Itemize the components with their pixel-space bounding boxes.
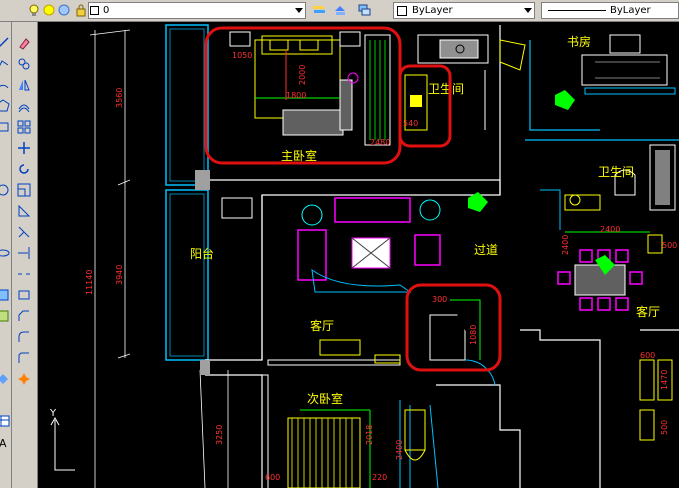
bathroom-1-fixtures (404, 34, 526, 131)
color-dropdown[interactable]: ByLayer (393, 2, 535, 19)
layer-states-icon[interactable] (357, 3, 371, 17)
dim-3940: 3940 (115, 265, 124, 285)
highlight-door-area (405, 283, 502, 372)
dim-1470: 1470 (660, 370, 669, 390)
circle-icon[interactable] (0, 183, 10, 197)
dim-2480: 2480 (370, 138, 390, 147)
dim-1800: 1800 (286, 91, 306, 100)
svg-text:A: A (0, 437, 7, 449)
linetype-dropdown[interactable]: ByLayer (541, 2, 679, 19)
erase-icon[interactable] (17, 36, 31, 50)
chevron-down-icon (295, 8, 303, 13)
offset-icon[interactable] (17, 99, 31, 113)
chamfer-icon[interactable] (17, 309, 31, 323)
dim-2400-bedroom: 2400 (395, 440, 404, 460)
extend-icon[interactable] (17, 246, 31, 260)
label-living-room-2: 客厅 (636, 304, 660, 319)
second-bedroom-furniture (287, 409, 426, 488)
freeze-icon[interactable] (57, 3, 71, 17)
stretch-icon[interactable] (17, 204, 31, 218)
scale-icon[interactable] (17, 183, 31, 197)
ellipse-icon[interactable] (0, 246, 10, 260)
table-icon[interactable] (0, 414, 10, 428)
move-icon[interactable] (17, 141, 31, 155)
label-living-room: 客厅 (310, 318, 334, 333)
dim-2000: 2000 (298, 65, 307, 85)
layer-value: 0 (103, 5, 110, 16)
break-icon[interactable] (17, 267, 31, 281)
modify-toolbar: A (0, 22, 38, 488)
arc-icon[interactable] (0, 78, 10, 92)
trim-icon[interactable] (17, 225, 31, 239)
chevron-down-icon (524, 8, 532, 13)
lock-icon[interactable] (74, 3, 88, 17)
polygon-icon[interactable] (0, 99, 10, 113)
layer-dropdown[interactable]: 0 (88, 2, 306, 19)
dim-2400: 2400 (600, 225, 620, 234)
dim-220: 220 (372, 473, 387, 482)
dim-600-bottom: 600 (265, 473, 280, 482)
dim-300: 300 (432, 295, 447, 304)
dim-540: 540 (403, 119, 418, 128)
lightbulb-icon[interactable] (27, 3, 41, 17)
dim-2018: 2018 (365, 425, 374, 445)
label-bathroom-1: 卫生间 (428, 82, 464, 96)
layer-manager-icon[interactable] (312, 3, 326, 17)
rectangle-icon[interactable] (0, 120, 10, 134)
drawing-canvas[interactable]: 3560 11140 3940 3250 1800 2000 2480 1050… (38, 22, 679, 488)
polyline-icon[interactable] (0, 57, 10, 71)
label-master-bedroom: 主卧室 (281, 148, 317, 163)
mirror-icon[interactable] (17, 78, 31, 92)
color-swatch-icon (397, 6, 407, 16)
copy-icon[interactable] (17, 57, 31, 71)
label-balcony: 阳台 (190, 246, 214, 261)
linetype-value: ByLayer (610, 5, 651, 16)
fillet-corner-icon[interactable] (17, 351, 31, 365)
ucs-axis-icon (50, 416, 75, 471)
label-bathroom-2: 卫生间 (598, 165, 634, 179)
dim-1080: 1080 (469, 325, 478, 345)
layer-previous-icon[interactable] (333, 3, 347, 17)
dim-2400-side: 2400 (561, 235, 570, 255)
dim-11140: 11140 (85, 270, 94, 295)
floor-plan-drawing: 3560 11140 3940 3250 1800 2000 2480 1050… (49, 24, 679, 488)
line-icon[interactable] (0, 36, 10, 50)
ucs-y-label: Y (49, 408, 57, 419)
hatch-icon[interactable] (0, 309, 10, 323)
label-study: 书房 (567, 34, 591, 49)
dining-area-furniture (557, 231, 663, 311)
highlight-annotations (204, 26, 502, 372)
linetype-sample (548, 10, 606, 11)
rotate-icon[interactable] (17, 162, 31, 176)
sun-icon[interactable] (42, 3, 56, 17)
dim-500-right: 500 (660, 420, 669, 435)
dim-3560: 3560 (115, 88, 124, 108)
explode-icon[interactable] (17, 372, 31, 386)
highlight-bathroom (398, 64, 452, 148)
join-icon[interactable] (17, 288, 31, 302)
master-bedroom-furniture (229, 31, 391, 146)
fillet-icon[interactable] (17, 330, 31, 344)
dim-500-dining: 500 (662, 241, 677, 250)
layer-toolbar: 0 ByLayer ByLayer (0, 0, 679, 22)
door-area (429, 299, 496, 386)
label-second-bedroom: 次卧室 (307, 391, 343, 406)
dim-600-right: 600 (640, 351, 655, 360)
dim-1050: 1050 (232, 51, 252, 60)
array-icon[interactable] (17, 120, 31, 134)
color-value: ByLayer (412, 5, 453, 16)
dim-3250: 3250 (215, 425, 224, 445)
label-hallway: 过道 (474, 243, 498, 257)
insert-block-icon[interactable] (0, 288, 10, 302)
text-icon[interactable]: A (0, 435, 10, 449)
region-icon[interactable] (0, 372, 10, 386)
